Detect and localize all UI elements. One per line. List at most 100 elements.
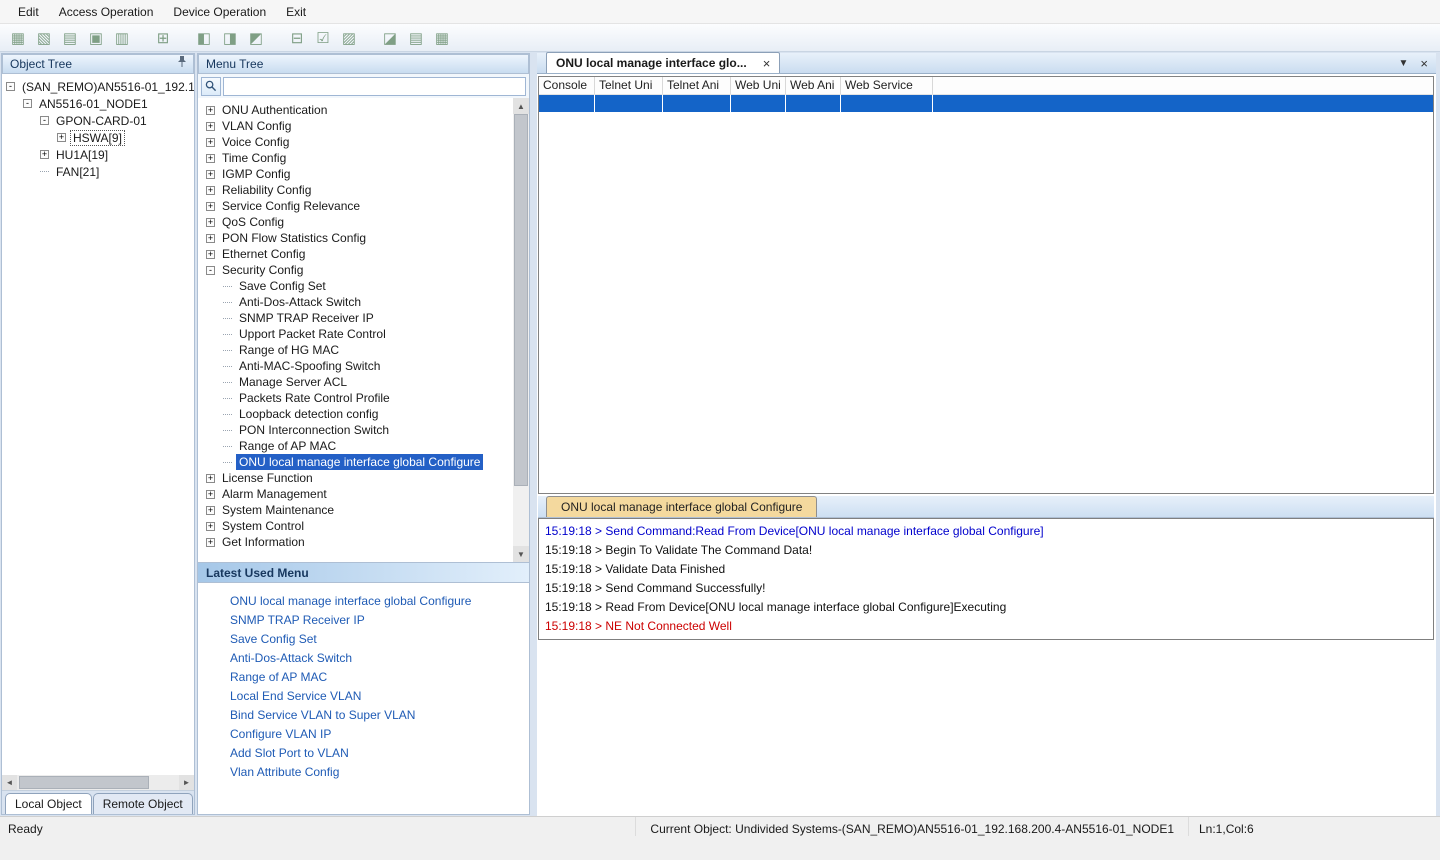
menu-tree-node[interactable]: ONU local manage interface global Config… [202, 454, 513, 470]
column-header[interactable]: Web Service Port [841, 77, 933, 94]
expand-icon[interactable]: + [206, 217, 215, 227]
expand-icon[interactable]: + [206, 537, 215, 547]
vscroll-track[interactable] [513, 114, 529, 546]
menu-tree-label[interactable]: Anti-Dos-Attack Switch [236, 294, 364, 310]
latest-used-link[interactable]: Local End Service VLAN [198, 687, 529, 706]
column-header[interactable]: Telnet Ani [663, 77, 731, 94]
latest-used-link[interactable]: Anti-Dos-Attack Switch [198, 649, 529, 668]
collapse-icon[interactable]: - [6, 82, 15, 91]
collapse-icon[interactable]: - [40, 116, 49, 125]
expand-icon[interactable]: + [206, 473, 215, 483]
tab-close-icon[interactable]: × [763, 57, 771, 70]
menu-tree-node[interactable]: SNMP TRAP Receiver IP [202, 310, 513, 326]
expand-icon[interactable]: + [206, 153, 215, 163]
toolbar-icon-10-icon[interactable]: ⊟ [287, 28, 307, 48]
menu-tree-node[interactable]: Range of AP MAC [202, 438, 513, 454]
menu-exit[interactable]: Exit [276, 0, 316, 24]
toolbar-icon-3-icon[interactable]: ▤ [60, 28, 80, 48]
menu-tree-label[interactable]: SNMP TRAP Receiver IP [236, 310, 377, 326]
menu-tree-label[interactable]: License Function [219, 470, 316, 486]
menu-device-operation[interactable]: Device Operation [163, 0, 276, 24]
menu-tree-label[interactable]: QoS Config [219, 214, 287, 230]
menu-tree-node[interactable]: + VLAN Config [202, 118, 513, 134]
tab-local-object[interactable]: Local Object [5, 793, 92, 814]
toolbar-icon-15-icon[interactable]: ▦ [432, 28, 452, 48]
menu-tree-label[interactable]: ONU Authentication [219, 102, 330, 118]
menu-tree-label[interactable]: Anti-MAC-Spoofing Switch [236, 358, 383, 374]
table-cell[interactable] [539, 95, 595, 112]
toolbar-icon-7-icon[interactable]: ◧ [194, 28, 214, 48]
menu-tree-label[interactable]: Packets Rate Control Profile [236, 390, 393, 406]
menu-tree-label[interactable]: Range of AP MAC [236, 438, 339, 454]
menu-tree-label[interactable]: Range of HG MAC [236, 342, 342, 358]
object-tree-label[interactable]: AN5516-01_NODE1 [36, 96, 151, 112]
toolbar-icon-6-icon[interactable]: ⊞ [153, 28, 173, 48]
menu-tree-node[interactable]: + Service Config Relevance [202, 198, 513, 214]
scroll-left-icon[interactable]: ◄ [2, 775, 17, 790]
menu-tree-node[interactable]: Save Config Set [202, 278, 513, 294]
menu-search-input[interactable] [223, 76, 526, 96]
toolbar-icon-2-icon[interactable]: ▧ [34, 28, 54, 48]
menu-tree-label[interactable]: ONU local manage interface global Config… [236, 454, 484, 470]
menu-access-operation[interactable]: Access Operation [49, 0, 164, 24]
toolbar-icon-1-icon[interactable]: ▦ [8, 28, 28, 48]
expand-icon[interactable]: + [206, 185, 215, 195]
object-tree-node[interactable]: + HSWA[9] [2, 129, 194, 146]
menu-tree-label[interactable]: Voice Config [219, 134, 292, 150]
menu-tree-node[interactable]: Upport Packet Rate Control [202, 326, 513, 342]
log-output[interactable]: 15:19:18 > Send Command:Read From Device… [538, 518, 1434, 640]
object-tree-node[interactable]: + HU1A[19] [2, 146, 194, 163]
menu-tree-label[interactable]: Save Config Set [236, 278, 329, 294]
menu-tree-vscrollbar[interactable]: ▲ ▼ [513, 98, 529, 562]
menu-tree-label[interactable]: Alarm Management [219, 486, 330, 502]
toolbar-icon-8-icon[interactable]: ◨ [220, 28, 240, 48]
menu-tree-node[interactable]: - Security Config [202, 262, 513, 278]
menu-tree-label[interactable]: Manage Server ACL [236, 374, 350, 390]
table-cell-filler[interactable] [933, 95, 1433, 112]
menu-tree-label[interactable]: System Control [219, 518, 307, 534]
object-tree-label[interactable]: (SAN_REMO)AN5516-01_192.168 [19, 79, 194, 95]
menu-tree-node[interactable]: + Reliability Config [202, 182, 513, 198]
menu-tree-label[interactable]: Security Config [219, 262, 306, 278]
menu-tree-node[interactable]: + QoS Config [202, 214, 513, 230]
object-tree-node[interactable]: - (SAN_REMO)AN5516-01_192.168 [2, 78, 194, 95]
tab-list-dropdown-icon[interactable]: ▼ [1399, 58, 1409, 69]
menu-tree-label[interactable]: Reliability Config [219, 182, 314, 198]
pin-icon[interactable] [177, 55, 187, 73]
latest-used-link[interactable]: Add Slot Port to VLAN [198, 744, 529, 763]
menu-tree-label[interactable]: Service Config Relevance [219, 198, 363, 214]
toolbar-icon-5-icon[interactable]: ▥ [112, 28, 132, 48]
expand-icon[interactable]: + [206, 169, 215, 179]
menu-tree-node[interactable]: + System Maintenance [202, 502, 513, 518]
object-tree-node[interactable]: FAN[21] [2, 163, 194, 180]
toolbar-icon-9-icon[interactable]: ◩ [246, 28, 266, 48]
menu-tree-label[interactable]: VLAN Config [219, 118, 294, 134]
table-selected-row[interactable] [539, 95, 1433, 112]
object-tree-label[interactable]: HSWA[9] [70, 129, 125, 146]
scroll-down-icon[interactable]: ▼ [513, 546, 529, 562]
latest-used-link[interactable]: Vlan Attribute Config [198, 763, 529, 782]
latest-used-link[interactable]: SNMP TRAP Receiver IP [198, 611, 529, 630]
table-cell[interactable] [731, 95, 786, 112]
menu-tree-label[interactable]: Ethernet Config [219, 246, 308, 262]
toolbar-icon-4-icon[interactable]: ▣ [86, 28, 106, 48]
column-header[interactable]: Console [539, 77, 595, 94]
menu-tree-node[interactable]: + PON Flow Statistics Config [202, 230, 513, 246]
hscroll-track[interactable] [17, 775, 179, 790]
expand-icon[interactable]: + [206, 521, 215, 531]
latest-used-link[interactable]: Configure VLAN IP [198, 725, 529, 744]
table-cell[interactable] [595, 95, 663, 112]
result-tab[interactable]: ONU local manage interface global Config… [546, 496, 818, 517]
expand-icon[interactable]: + [206, 201, 215, 211]
scroll-up-icon[interactable]: ▲ [513, 98, 529, 114]
expand-icon[interactable]: + [206, 489, 215, 499]
expand-icon[interactable]: + [206, 249, 215, 259]
latest-used-link[interactable]: Bind Service VLAN to Super VLAN [198, 706, 529, 725]
table-cell[interactable] [841, 95, 933, 112]
menu-tree-node[interactable]: + ONU Authentication [202, 102, 513, 118]
menu-tree-node[interactable]: PON Interconnection Switch [202, 422, 513, 438]
expand-icon[interactable]: + [57, 133, 66, 142]
column-header[interactable]: Telnet Uni [595, 77, 663, 94]
object-tree-node[interactable]: - GPON-CARD-01 [2, 112, 194, 129]
menu-tree-label[interactable]: Time Config [219, 150, 289, 166]
